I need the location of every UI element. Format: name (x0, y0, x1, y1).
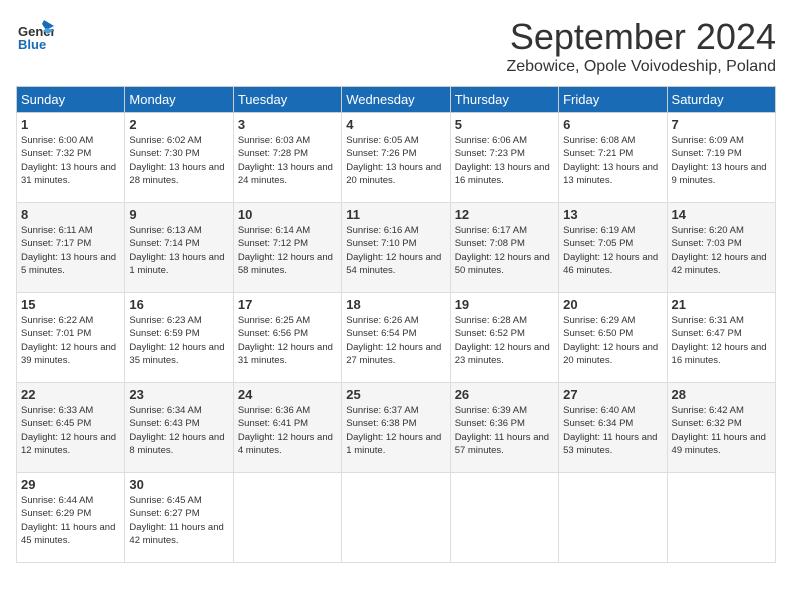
table-cell: 9Sunrise: 6:13 AMSunset: 7:14 PMDaylight… (125, 203, 233, 293)
table-cell: 15Sunrise: 6:22 AMSunset: 7:01 PMDayligh… (17, 293, 125, 383)
table-cell: 7Sunrise: 6:09 AMSunset: 7:19 PMDaylight… (667, 113, 775, 203)
table-cell: 29Sunrise: 6:44 AMSunset: 6:29 PMDayligh… (17, 473, 125, 563)
table-cell: 14Sunrise: 6:20 AMSunset: 7:03 PMDayligh… (667, 203, 775, 293)
table-cell (233, 473, 341, 563)
week-row-5: 29Sunrise: 6:44 AMSunset: 6:29 PMDayligh… (17, 473, 776, 563)
table-cell: 13Sunrise: 6:19 AMSunset: 7:05 PMDayligh… (559, 203, 667, 293)
page-header: General Blue September 2024 Zebowice, Op… (16, 16, 776, 76)
table-cell: 25Sunrise: 6:37 AMSunset: 6:38 PMDayligh… (342, 383, 450, 473)
col-tuesday: Tuesday (233, 87, 341, 113)
location-title: Zebowice, Opole Voivodeship, Poland (506, 58, 776, 76)
week-row-4: 22Sunrise: 6:33 AMSunset: 6:45 PMDayligh… (17, 383, 776, 473)
month-title: September 2024 (506, 16, 776, 58)
table-cell: 12Sunrise: 6:17 AMSunset: 7:08 PMDayligh… (450, 203, 558, 293)
table-cell: 4Sunrise: 6:05 AMSunset: 7:26 PMDaylight… (342, 113, 450, 203)
table-cell (559, 473, 667, 563)
table-cell (667, 473, 775, 563)
col-friday: Friday (559, 87, 667, 113)
table-cell: 27Sunrise: 6:40 AMSunset: 6:34 PMDayligh… (559, 383, 667, 473)
table-cell: 5Sunrise: 6:06 AMSunset: 7:23 PMDaylight… (450, 113, 558, 203)
col-sunday: Sunday (17, 87, 125, 113)
table-cell: 23Sunrise: 6:34 AMSunset: 6:43 PMDayligh… (125, 383, 233, 473)
table-cell: 28Sunrise: 6:42 AMSunset: 6:32 PMDayligh… (667, 383, 775, 473)
title-area: September 2024 Zebowice, Opole Voivodesh… (506, 16, 776, 76)
col-monday: Monday (125, 87, 233, 113)
table-cell: 11Sunrise: 6:16 AMSunset: 7:10 PMDayligh… (342, 203, 450, 293)
table-cell: 20Sunrise: 6:29 AMSunset: 6:50 PMDayligh… (559, 293, 667, 383)
logo: General Blue (16, 16, 54, 54)
table-cell: 17Sunrise: 6:25 AMSunset: 6:56 PMDayligh… (233, 293, 341, 383)
col-saturday: Saturday (667, 87, 775, 113)
logo-icon: General Blue (16, 16, 54, 54)
week-row-2: 8Sunrise: 6:11 AMSunset: 7:17 PMDaylight… (17, 203, 776, 293)
table-cell: 10Sunrise: 6:14 AMSunset: 7:12 PMDayligh… (233, 203, 341, 293)
table-cell: 2Sunrise: 6:02 AMSunset: 7:30 PMDaylight… (125, 113, 233, 203)
table-cell: 22Sunrise: 6:33 AMSunset: 6:45 PMDayligh… (17, 383, 125, 473)
table-cell: 8Sunrise: 6:11 AMSunset: 7:17 PMDaylight… (17, 203, 125, 293)
calendar-header-row: Sunday Monday Tuesday Wednesday Thursday… (17, 87, 776, 113)
table-cell: 6Sunrise: 6:08 AMSunset: 7:21 PMDaylight… (559, 113, 667, 203)
week-row-3: 15Sunrise: 6:22 AMSunset: 7:01 PMDayligh… (17, 293, 776, 383)
table-cell: 18Sunrise: 6:26 AMSunset: 6:54 PMDayligh… (342, 293, 450, 383)
table-cell (342, 473, 450, 563)
week-row-1: 1Sunrise: 6:00 AMSunset: 7:32 PMDaylight… (17, 113, 776, 203)
table-cell (450, 473, 558, 563)
table-cell: 19Sunrise: 6:28 AMSunset: 6:52 PMDayligh… (450, 293, 558, 383)
table-cell: 3Sunrise: 6:03 AMSunset: 7:28 PMDaylight… (233, 113, 341, 203)
table-cell: 30Sunrise: 6:45 AMSunset: 6:27 PMDayligh… (125, 473, 233, 563)
col-wednesday: Wednesday (342, 87, 450, 113)
calendar-table: Sunday Monday Tuesday Wednesday Thursday… (16, 86, 776, 563)
svg-text:Blue: Blue (18, 37, 46, 52)
table-cell: 24Sunrise: 6:36 AMSunset: 6:41 PMDayligh… (233, 383, 341, 473)
table-cell: 21Sunrise: 6:31 AMSunset: 6:47 PMDayligh… (667, 293, 775, 383)
col-thursday: Thursday (450, 87, 558, 113)
table-cell: 16Sunrise: 6:23 AMSunset: 6:59 PMDayligh… (125, 293, 233, 383)
table-cell: 26Sunrise: 6:39 AMSunset: 6:36 PMDayligh… (450, 383, 558, 473)
table-cell: 1Sunrise: 6:00 AMSunset: 7:32 PMDaylight… (17, 113, 125, 203)
